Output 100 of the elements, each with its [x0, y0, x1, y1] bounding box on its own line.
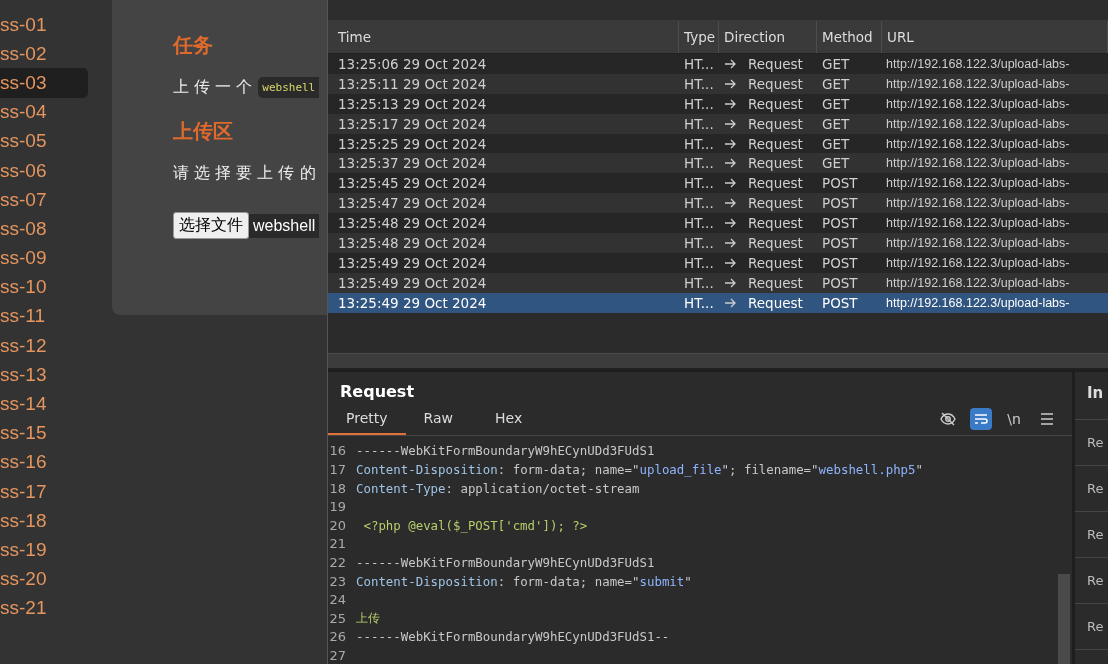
- history-row[interactable]: 13:25:17 29 Oct 2024 HT... Request GET http://192.168.122.3/upload-labs-: [328, 113, 1108, 134]
- method-cell-text: POST: [821, 293, 859, 313]
- code-line: Content-Type: application/octet-stream: [356, 480, 640, 496]
- task-heading: 任务: [173, 32, 214, 59]
- arrow-icon: [724, 158, 736, 169]
- type-cell-text: HT...: [683, 114, 715, 134]
- history-row[interactable]: 13:25:49 29 Oct 2024 HT... Request POST http://192.168.122.3/upload-labs-: [328, 252, 1108, 273]
- history-row[interactable]: 13:25:45 29 Oct 2024 HT... Request POST http://192.168.122.3/upload-labs-: [328, 173, 1108, 194]
- type-cell-text: HT...: [683, 273, 715, 293]
- upload-heading: 上传区: [173, 118, 234, 145]
- arrow-icon: [724, 178, 736, 189]
- time-cell-text: 13:25:13 29 Oct 2024: [337, 94, 488, 114]
- time-cell-text: 13:25:48 29 Oct 2024: [337, 233, 488, 253]
- method-cell-text: POST: [821, 253, 859, 273]
- code-chip: webshell: [258, 77, 320, 98]
- type-cell-text: HT...: [683, 154, 715, 174]
- type-cell-text: HT...: [683, 54, 715, 74]
- arrow-icon: [724, 297, 736, 308]
- scrollbar-thumb[interactable]: [1058, 574, 1070, 664]
- column-header[interactable]: Direction: [719, 21, 817, 53]
- method-cell-text: GET: [821, 54, 851, 74]
- sidebar-item[interactable]: ss-03: [0, 68, 88, 98]
- line-number: 26: [328, 629, 346, 645]
- arrow-icon: [724, 138, 736, 149]
- column-header[interactable]: Type: [679, 21, 719, 53]
- arrow-icon: [724, 198, 736, 209]
- line-number: 27: [328, 647, 346, 663]
- time-cell-text: 13:25:37 29 Oct 2024: [337, 154, 488, 174]
- method-cell-text: POST: [821, 174, 859, 194]
- inspector-item[interactable]: Re: [1075, 557, 1108, 604]
- arrow-icon: [724, 78, 736, 89]
- column-header[interactable]: Method: [817, 21, 882, 53]
- type-cell-text: HT...: [683, 194, 715, 214]
- url-cell-text: http://192.168.122.3/upload-labs-: [885, 155, 1071, 173]
- inspector-item[interactable]: Re: [1075, 419, 1108, 466]
- type-cell-text: HT...: [683, 253, 715, 273]
- method-cell-text: GET: [821, 94, 851, 114]
- direction-cell: Request: [748, 95, 803, 112]
- column-header[interactable]: Time: [328, 21, 679, 53]
- url-cell-text: http://192.168.122.3/upload-labs-: [885, 115, 1071, 133]
- direction-cell: Request: [748, 75, 803, 92]
- editor-tab[interactable]: Raw: [405, 403, 471, 435]
- url-cell-text: http://192.168.122.3/upload-labs-: [885, 274, 1071, 292]
- code-line: Content-Disposition: form-data; name="submit": [356, 573, 692, 589]
- upload-text: 请 选 择 要 上 传 的: [173, 163, 316, 184]
- line-number: 24: [328, 592, 346, 608]
- choose-file-button[interactable]: 选择文件: [173, 212, 249, 239]
- history-row[interactable]: 13:25:49 29 Oct 2024 HT... Request POST http://192.168.122.3/upload-labs-: [328, 272, 1108, 293]
- history-row[interactable]: 13:25:13 29 Oct 2024 HT... Request GET http://192.168.122.3/upload-labs-: [328, 93, 1108, 114]
- method-cell-text: GET: [821, 154, 851, 174]
- history-row[interactable]: 13:25:37 29 Oct 2024 HT... Request GET http://192.168.122.3/upload-labs-: [328, 153, 1108, 174]
- newline-toggle[interactable]: \n: [1003, 408, 1025, 431]
- arrow-icon: [724, 237, 736, 248]
- method-cell-text: POST: [821, 273, 859, 293]
- time-cell-text: 13:25:49 29 Oct 2024: [337, 293, 488, 313]
- history-row[interactable]: 13:25:47 29 Oct 2024 HT... Request POST http://192.168.122.3/upload-labs-: [328, 193, 1108, 214]
- direction-cell: Request: [748, 55, 803, 72]
- time-cell-text: 13:25:47 29 Oct 2024: [337, 194, 488, 214]
- code-line: Content-Disposition: form-data; name="upload_file"; filename="webshell.php5": [356, 461, 923, 477]
- editor-tab[interactable]: Hex: [477, 403, 541, 435]
- arrow-icon: [724, 257, 736, 268]
- method-cell-text: GET: [821, 134, 851, 154]
- time-cell-text: 13:25:17 29 Oct 2024: [337, 114, 488, 134]
- time-cell-text: 13:25:49 29 Oct 2024: [337, 253, 488, 273]
- column-header[interactable]: URL: [882, 21, 1108, 53]
- line-number: 19: [328, 499, 346, 515]
- time-cell-text: 13:25:49 29 Oct 2024: [337, 273, 488, 293]
- inspector-item[interactable]: Re: [1075, 465, 1108, 512]
- history-row[interactable]: 13:25:48 29 Oct 2024 HT... Request POST http://192.168.122.3/upload-labs-: [328, 233, 1108, 253]
- time-cell-text: 13:25:45 29 Oct 2024: [337, 174, 488, 194]
- method-cell-text: POST: [821, 194, 859, 214]
- url-cell-text: http://192.168.122.3/upload-labs-: [885, 175, 1071, 193]
- url-cell-text: http://192.168.122.3/upload-labs-: [885, 294, 1071, 312]
- code-line: ------WebKitFormBoundaryW9hECynUDd3FUdS1: [356, 554, 655, 570]
- type-cell-text: HT...: [683, 74, 715, 94]
- inspector-item[interactable]: Re: [1075, 603, 1108, 650]
- method-cell-text: POST: [821, 233, 859, 253]
- direction-cell: Request: [748, 254, 803, 271]
- time-cell-text: 13:25:06 29 Oct 2024: [337, 54, 488, 74]
- wrap-icon[interactable]: [970, 408, 992, 431]
- code-line: 上传: [356, 609, 380, 627]
- method-cell-text: GET: [821, 114, 851, 134]
- method-cell-text: GET: [821, 74, 851, 94]
- panel-title: Request: [339, 380, 416, 403]
- history-row[interactable]: 13:25:11 29 Oct 2024 HT... Request GET http://192.168.122.3/upload-labs-: [328, 73, 1108, 94]
- history-row[interactable]: 13:25:25 29 Oct 2024 HT... Request GET http://192.168.122.3/upload-labs-: [328, 133, 1108, 154]
- url-cell-text: http://192.168.122.3/upload-labs-: [885, 254, 1071, 272]
- line-number: 22: [328, 554, 346, 570]
- history-row[interactable]: 13:25:48 29 Oct 2024 HT... Request POST http://192.168.122.3/upload-labs-: [328, 213, 1108, 233]
- url-cell-text: http://192.168.122.3/upload-labs-: [885, 215, 1071, 233]
- type-cell-text: HT...: [683, 233, 715, 253]
- url-cell-text: http://192.168.122.3/upload-labs-: [885, 195, 1071, 213]
- inspector-item[interactable]: Re: [1075, 511, 1108, 558]
- history-row[interactable]: 13:25:06 29 Oct 2024 HT... Request GET http://192.168.122.3/upload-labs-: [328, 54, 1108, 74]
- type-cell-text: HT...: [683, 174, 715, 194]
- editor-tab[interactable]: Pretty: [328, 403, 406, 435]
- arrow-icon: [724, 58, 736, 69]
- url-cell-text: http://192.168.122.3/upload-labs-: [885, 234, 1071, 252]
- history-row[interactable]: 13:25:49 29 Oct 2024 HT... Request POST http://192.168.122.3/upload-labs-: [328, 292, 1108, 313]
- type-cell-text: HT...: [683, 134, 715, 154]
